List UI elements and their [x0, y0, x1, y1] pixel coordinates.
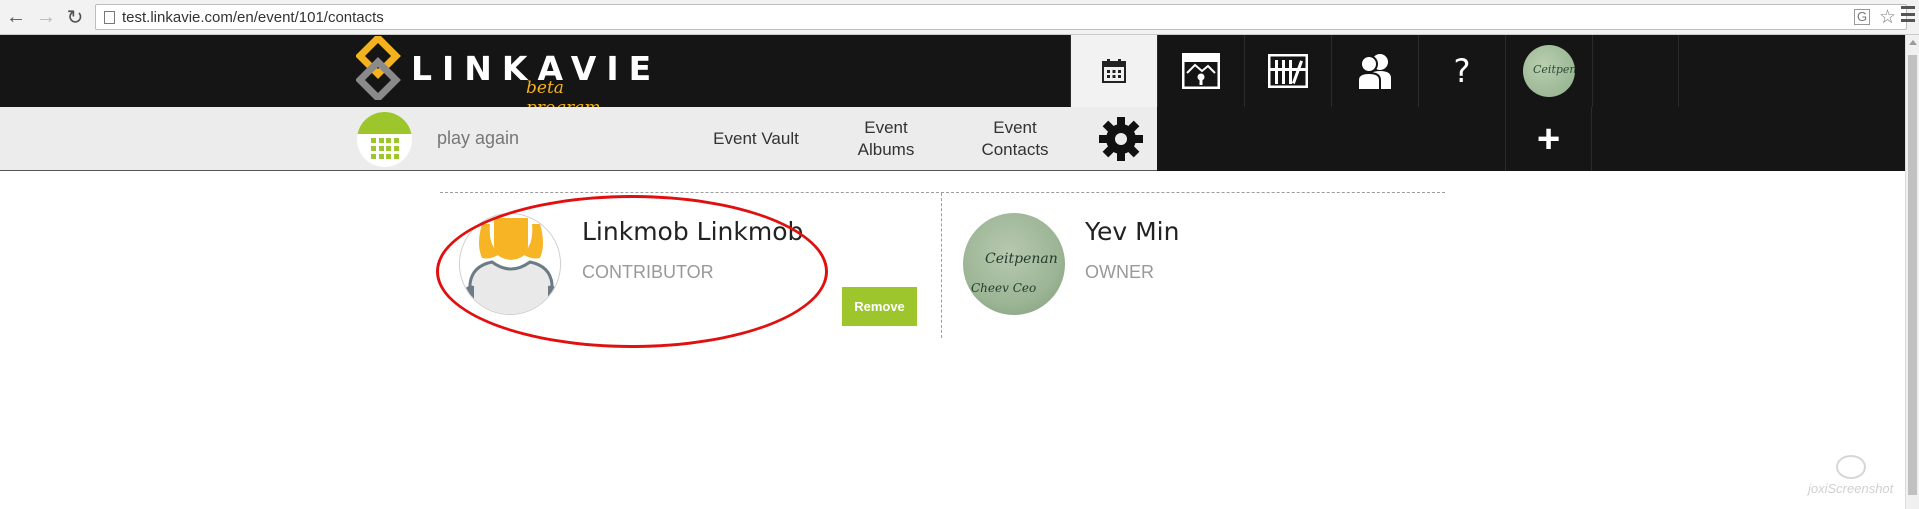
help-icon: ?: [1453, 52, 1471, 90]
reload-icon[interactable]: ↻: [63, 5, 87, 29]
browser-toolbar: ← → ↻ test.linkavie.com/en/event/101/con…: [0, 0, 1919, 35]
topnav-contacts[interactable]: [1331, 35, 1418, 107]
topnav-user[interactable]: Ceitpenan: [1505, 35, 1592, 107]
tab-event-contacts-label: Event Contacts: [981, 118, 1049, 159]
add-button[interactable]: +: [1505, 107, 1592, 171]
topnav-calendar[interactable]: [1070, 35, 1157, 107]
avatar-photo-text-2: Cheev Ceo: [971, 281, 1037, 295]
browser-menu-icon[interactable]: [1901, 6, 1915, 22]
tab-event-vault[interactable]: Event Vault: [700, 107, 812, 171]
topnav-vault[interactable]: [1157, 35, 1244, 107]
event-avatar[interactable]: [357, 112, 412, 167]
logo-mark-icon: [356, 36, 401, 100]
address-bar[interactable]: test.linkavie.com/en/event/101/contacts …: [95, 4, 1907, 30]
linkavie-logo[interactable]: LINKAVIE beta program: [356, 36, 651, 118]
url-text[interactable]: test.linkavie.com/en/event/101/contacts: [122, 9, 384, 26]
watermark-logo-icon: [1836, 455, 1866, 479]
avatar-photo-text-1: Ceitpenan: [985, 251, 1058, 267]
contacts-icon: [1357, 54, 1391, 90]
bookmark-star-icon[interactable]: ☆: [1879, 6, 1896, 29]
tab-event-albums-label: Event Albums: [857, 118, 915, 159]
page-scrollbar[interactable]: [1905, 35, 1919, 509]
calendar-icon: [1102, 59, 1126, 83]
event-title[interactable]: play again: [437, 128, 519, 149]
albums-icon: [1268, 54, 1308, 88]
vault-icon: [1182, 53, 1220, 89]
remove-contact-button[interactable]: Remove: [842, 287, 917, 326]
plus-icon: +: [1536, 116, 1561, 161]
tab-event-albums[interactable]: Event Albums: [830, 107, 942, 171]
contact-role: OWNER: [1085, 262, 1154, 282]
topnav-spacer: [1592, 35, 1679, 107]
page-icon: [104, 11, 115, 24]
topnav-albums[interactable]: [1244, 35, 1331, 107]
annotation-ellipse: [436, 195, 828, 348]
contact-name[interactable]: Yev Min: [1085, 217, 1179, 246]
forward-arrow-icon[interactable]: →: [34, 5, 58, 29]
gear-icon: [1099, 117, 1143, 161]
back-arrow-icon[interactable]: ←: [4, 5, 28, 29]
contacts-top-divider: [440, 192, 1445, 193]
event-settings-button[interactable]: [1085, 113, 1157, 165]
screenshot-watermark: joxiScreenshot: [1806, 455, 1898, 505]
contacts-column-divider: [941, 193, 942, 338]
tab-event-vault-label: Event Vault: [713, 129, 799, 148]
tab-event-contacts[interactable]: Event Contacts: [959, 107, 1071, 171]
scroll-up-icon[interactable]: [1909, 40, 1917, 45]
topnav-help[interactable]: ?: [1418, 35, 1505, 107]
watermark-text: joxiScreenshot: [1808, 481, 1894, 496]
scrollbar-thumb[interactable]: [1908, 55, 1917, 495]
avatar-text: Ceitpenan: [1533, 63, 1575, 76]
translate-icon[interactable]: G: [1854, 9, 1870, 25]
user-avatar: Ceitpenan: [1523, 45, 1575, 97]
contact-avatar-photo[interactable]: Ceitpenan Cheev Ceo: [963, 213, 1065, 315]
